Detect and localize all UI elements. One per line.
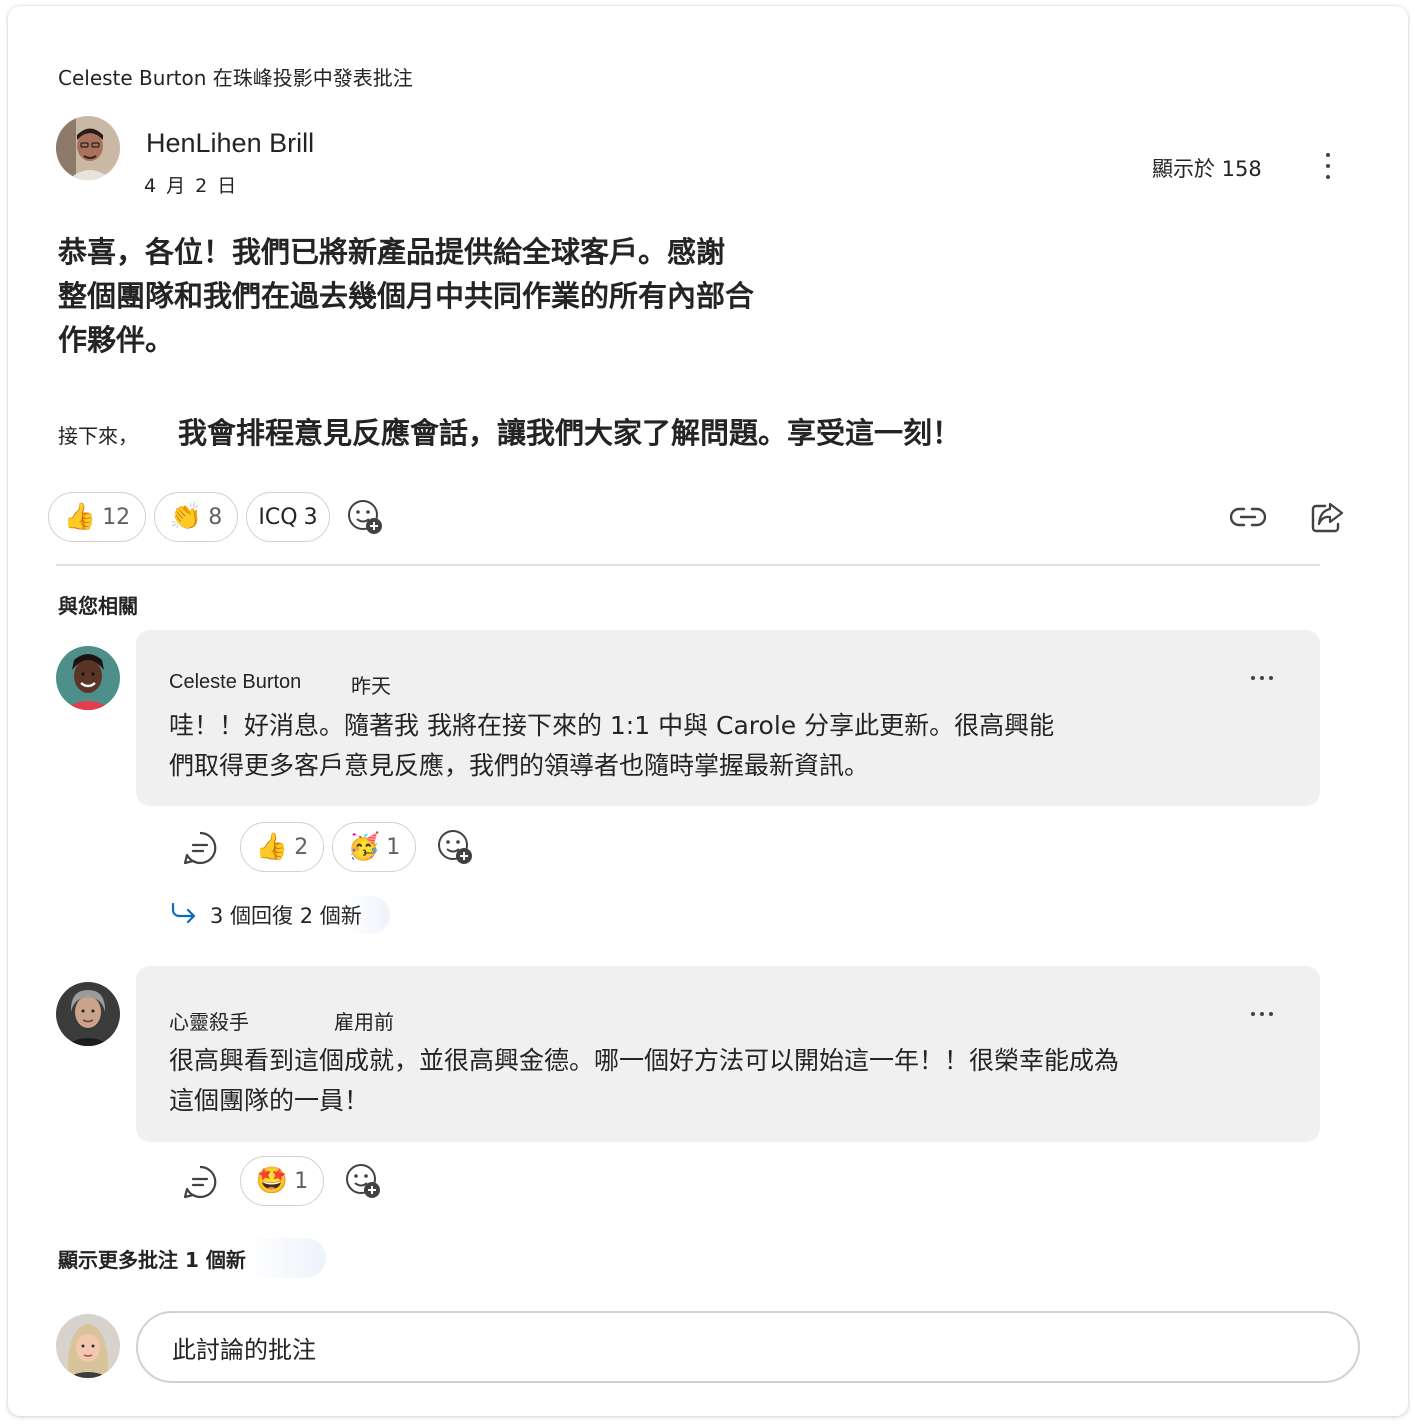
comment-line: 哇！！好消息。隨著我 我將在接下來的 1:1 中與 Carole 分享此更新。很… (169, 711, 1055, 740)
reply-comment-icon[interactable] (180, 828, 220, 868)
reaction-count: 2 (294, 834, 309, 860)
post-body: 恭喜，各位！我們已將新產品提供給全球客戶。感謝 整個團隊和我們在過去幾個月中共同… (58, 230, 858, 362)
comment-author[interactable]: 心靈殺手 (169, 1006, 249, 1035)
comment-time: 雇用前 (334, 1010, 394, 1034)
current-user-avatar (56, 1314, 120, 1378)
link-icon[interactable] (1228, 500, 1268, 534)
post-body-line: 作夥伴。 (58, 323, 175, 357)
commenter-avatar[interactable] (56, 646, 120, 710)
context-line: Celeste Burton 在珠峰投影中發表批注 (58, 66, 413, 90)
comment-text: 哇！！好消息。隨著我 我將在接下來的 1:1 中與 Carole 分享此更新。很… (169, 706, 1054, 786)
reaction-count: 1 (386, 834, 401, 860)
reaction-icq[interactable]: ICQ 3 (246, 492, 330, 542)
share-icon[interactable] (1308, 498, 1348, 536)
reaction-count: 12 (102, 504, 131, 530)
thumbs-up-icon: 👍 (63, 502, 97, 532)
add-reaction-icon[interactable] (342, 1160, 384, 1202)
party-face-icon: 🥳 (347, 832, 381, 862)
post-next-prefix: 接下來， (58, 424, 138, 448)
icq-label: ICQ (258, 504, 298, 530)
comment-time: 昨天 (351, 674, 391, 698)
more-horizontal-icon[interactable] (1251, 670, 1281, 686)
section-label: 與您相關 (58, 594, 138, 618)
star-struck-icon: 🤩 (255, 1166, 289, 1196)
reaction-star-struck[interactable]: 🤩 1 (240, 1156, 324, 1206)
comment-input-placeholder: 此討論的批注 (172, 1335, 316, 1364)
post-card: Celeste Burton 在珠峰投影中發表批注 HenLihen Brill… (8, 6, 1408, 1416)
post-next-text: 我會排程意見反應會話，讓我們大家了解問題。享受這一刻！ (178, 416, 962, 450)
author-avatar[interactable] (56, 116, 120, 180)
more-vertical-icon[interactable] (1314, 144, 1342, 188)
comment-line: 很高興看到這個成就，並很高興金德。哪一個好方法可以開始這一年！！很榮幸能成為 (169, 1046, 1120, 1075)
post-body-line: 恭喜，各位！我們已將新產品提供給全球客戶。感謝 (58, 235, 726, 269)
reaction-count: 1 (294, 1168, 309, 1194)
reply-comment-icon[interactable] (180, 1162, 220, 1202)
reaction-party[interactable]: 🥳 1 (332, 822, 416, 872)
reaction-count: 3 (303, 504, 318, 530)
thumbs-up-icon: 👍 (255, 832, 289, 862)
reply-arrow-icon (170, 902, 198, 929)
post-body-line: 整個團隊和我們在過去幾個月中共同作業的所有內部合 (58, 279, 755, 313)
reaction-count: 8 (208, 504, 223, 530)
comment-bubble: 心靈殺手 雇用前 很高興看到這個成就，並很高興金德。哪一個好方法可以開始這一年！… (136, 966, 1320, 1142)
comment-line: 這個團隊的一員！ (169, 1086, 370, 1115)
reaction-like[interactable]: 👍 2 (240, 822, 324, 872)
clap-icon: 👏 (169, 502, 203, 532)
author-name[interactable]: HenLihen Brill (146, 128, 314, 159)
commenter-avatar[interactable] (56, 982, 120, 1046)
reaction-like[interactable]: 👍 12 (48, 492, 146, 542)
show-more-comments[interactable]: 顯示更多批注 1 個新 (58, 1238, 326, 1278)
comment-line: 們取得更多客戶意見反應，我們的領導者也隨時掌握最新資訊。 (169, 751, 870, 780)
post-next-line: 接下來， 我會排程意見反應會話，讓我們大家了解問題。享受這一刻！ (58, 410, 961, 452)
comment-text: 很高興看到這個成就，並很高興金德。哪一個好方法可以開始這一年！！很榮幸能成為 這… (169, 1041, 1119, 1121)
replies-link[interactable]: 3 個回復 2 個新 (170, 896, 390, 934)
post-date: 4 月 2 日 (144, 175, 239, 197)
add-reaction-icon[interactable] (344, 496, 386, 538)
replies-label: 3 個回復 2 個新 (210, 904, 362, 928)
add-reaction-icon[interactable] (434, 826, 476, 868)
reaction-clap[interactable]: 👏 8 (154, 492, 238, 542)
more-horizontal-icon[interactable] (1251, 1006, 1281, 1022)
comment-input[interactable]: 此討論的批注 (136, 1311, 1360, 1383)
comment-author[interactable]: Celeste Burton (169, 671, 301, 694)
comment-bubble: Celeste Burton 昨天 哇！！好消息。隨著我 我將在接下來的 1:1… (136, 630, 1320, 806)
view-count[interactable]: 顯示於 158 (1152, 153, 1262, 183)
divider (56, 564, 1320, 566)
